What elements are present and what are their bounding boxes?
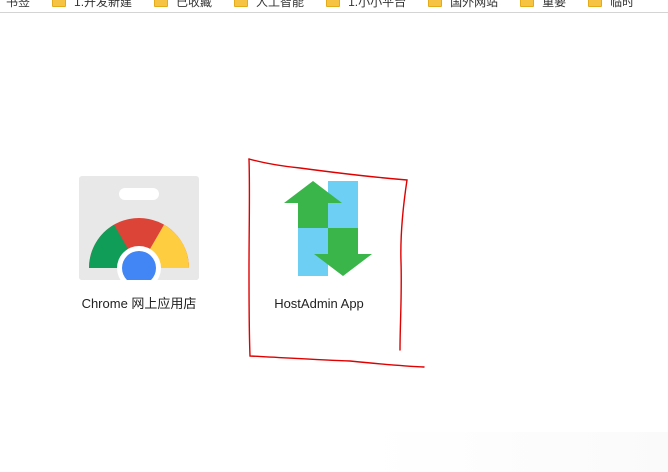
bookmark-folder[interactable]: 已收藏 (154, 0, 212, 10)
folder-icon (520, 0, 535, 7)
bookmark-folder[interactable]: 1.小小平台 (326, 0, 406, 10)
folder-icon (234, 0, 249, 7)
background-artifact (368, 432, 668, 472)
bookmark-folder[interactable]: 人工智能 (234, 0, 304, 10)
app-label: Chrome 网上应用店 (81, 296, 197, 311)
hostadmin-icon (259, 176, 379, 280)
folder-icon (588, 0, 603, 7)
bookmark-folder[interactable]: 1.开发新建 (52, 0, 132, 10)
chrome-web-store-icon (79, 176, 199, 280)
folder-icon (52, 0, 67, 7)
app-tile-hostadmin[interactable]: HostAdmin App (249, 176, 389, 312)
bookmark-label: 国外网站 (450, 0, 499, 9)
bookmark-label: 已收藏 (176, 0, 213, 9)
bookmark-label: 人工智能 (256, 0, 305, 9)
bookmark-label: 重要 (542, 0, 567, 9)
folder-icon (154, 0, 169, 7)
bookmark-folder[interactable]: 国外网站 (428, 0, 498, 10)
bookmarks-bar: 书签 1.开发新建 已收藏 人工智能 1.小小平台 国外网站 重要 临时 (0, 0, 668, 11)
app-tile-chrome-web-store[interactable]: Chrome 网上应用店 (69, 176, 209, 312)
folder-icon (326, 0, 341, 7)
bookmark-folder[interactable]: 重要 (520, 0, 566, 10)
bookmark-item[interactable]: 书签 (6, 0, 30, 10)
bookmark-label: 1.小小平台 (348, 0, 407, 9)
bookmark-label: 临时 (610, 0, 635, 9)
bookmark-label: 书签 (6, 0, 31, 9)
app-label: HostAdmin App (274, 296, 364, 311)
folder-icon (428, 0, 443, 7)
bookmarks-bar-divider (0, 12, 668, 13)
bookmark-label: 1.开发新建 (74, 0, 133, 9)
bookmark-folder[interactable]: 临时 (588, 0, 634, 10)
